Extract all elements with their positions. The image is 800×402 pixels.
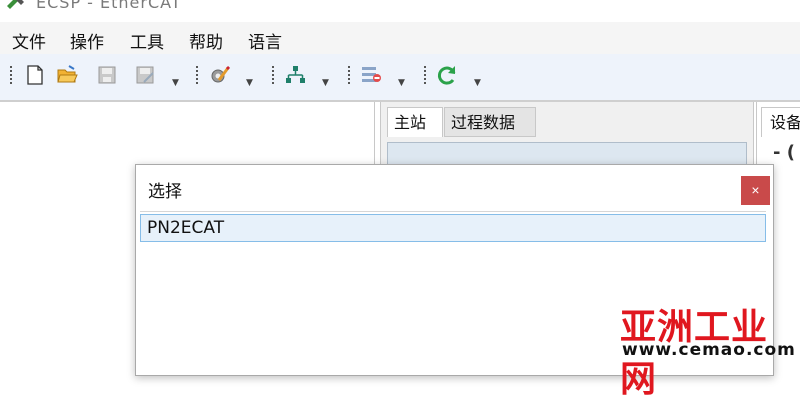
list-item[interactable]: PN2ECAT <box>140 214 766 242</box>
toolbar: ▼ ▼ ▼ ▼ ▼ <box>0 54 800 100</box>
menu-language[interactable]: 语言 <box>248 28 282 53</box>
network-tree-icon[interactable] <box>284 64 306 86</box>
menu-file[interactable]: 文件 <box>12 28 46 53</box>
network-dropdown-arrow[interactable]: ▼ <box>322 78 329 88</box>
save-dropdown-arrow[interactable]: ▼ <box>172 78 179 88</box>
list-remove-icon[interactable] <box>360 64 382 86</box>
tab-process-data[interactable]: 过程数据 <box>444 107 536 137</box>
close-button[interactable]: × <box>741 176 770 205</box>
app-icon <box>7 0 24 9</box>
watermark: 亚洲工业网 www.cemao.com <box>612 296 800 400</box>
title-bar: ECSP - EtherCAT <box>0 0 800 22</box>
save-as-icon[interactable] <box>134 64 156 86</box>
open-folder-icon[interactable] <box>56 64 78 86</box>
menu-tools[interactable]: 工具 <box>130 28 164 53</box>
toolbar-grip[interactable] <box>348 66 350 86</box>
settings-dropdown-arrow[interactable]: ▼ <box>246 78 253 88</box>
refresh-dropdown-arrow[interactable]: ▼ <box>474 78 481 88</box>
tab-device[interactable]: 设备 <box>761 107 800 137</box>
device-pane-text: - ( <box>773 142 795 163</box>
toolbar-grip[interactable] <box>424 66 426 86</box>
menu-help[interactable]: 帮助 <box>189 28 223 53</box>
toolbar-grip[interactable] <box>196 66 198 86</box>
new-file-icon[interactable] <box>24 64 46 86</box>
refresh-icon[interactable] <box>436 64 458 86</box>
save-icon[interactable] <box>96 64 118 86</box>
dialog-title: 选择 <box>148 182 182 202</box>
menu-operation[interactable]: 操作 <box>70 28 104 53</box>
window-title: ECSP - EtherCAT <box>36 0 182 12</box>
toolbar-grip[interactable] <box>10 66 12 86</box>
tab-master[interactable]: 主站 <box>387 107 443 137</box>
toolbar-grip[interactable] <box>272 66 274 86</box>
edit-settings-icon[interactable] <box>208 64 230 86</box>
watermark-url: www.cemao.com <box>622 340 796 360</box>
menu-bar: 文件 操作 工具 帮助 语言 <box>0 22 800 54</box>
list-dropdown-arrow[interactable]: ▼ <box>398 78 405 88</box>
